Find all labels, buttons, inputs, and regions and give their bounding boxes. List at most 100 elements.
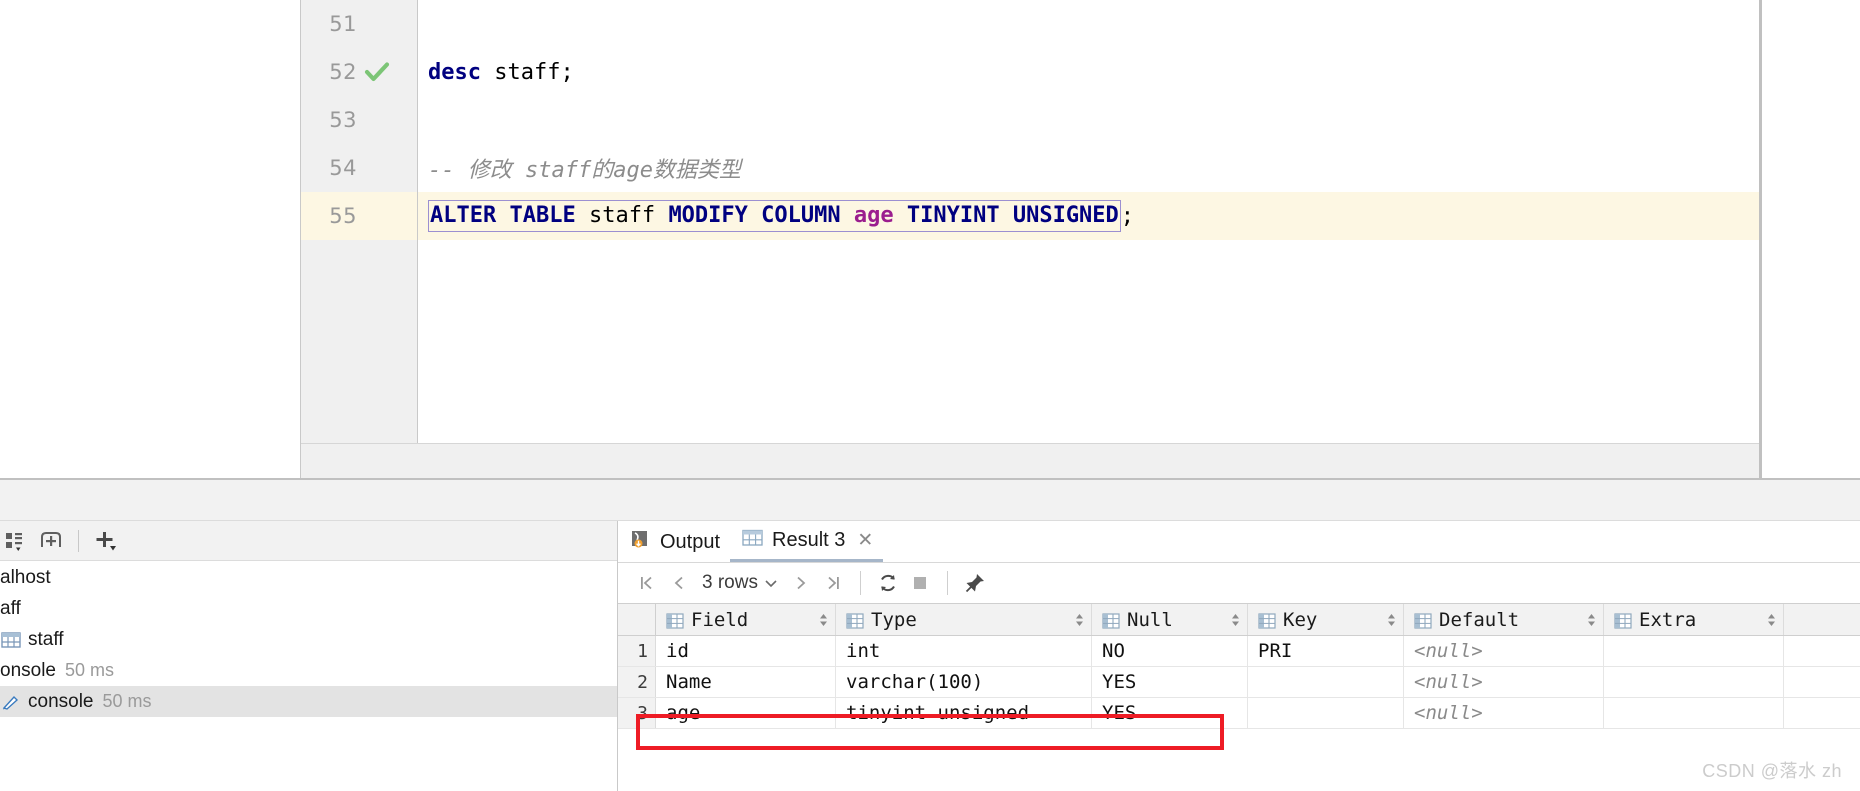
bottom-splitter[interactable] xyxy=(0,480,1860,521)
cell-null[interactable]: YES xyxy=(1092,667,1248,697)
cell-null[interactable]: YES xyxy=(1092,698,1248,728)
column-header-extra[interactable]: Extra xyxy=(1604,604,1784,635)
cell-extra[interactable] xyxy=(1604,667,1784,697)
cell-extra[interactable] xyxy=(1604,636,1784,666)
sort-indicator-icon[interactable] xyxy=(818,612,829,628)
editor-left-blank-area xyxy=(0,0,301,480)
gutter-row-54[interactable]: 54 xyxy=(301,144,417,192)
result-grid[interactable]: Field Type Null Key Default Extra 1 id i… xyxy=(618,603,1860,729)
cell-extra[interactable] xyxy=(1604,698,1784,728)
gutter-row-52[interactable]: 52 xyxy=(301,48,417,96)
sort-indicator-icon[interactable] xyxy=(1766,612,1777,628)
tab-result-3[interactable]: Result 3 ✕ xyxy=(730,522,884,562)
code-space-55a xyxy=(655,203,668,228)
cell-key[interactable] xyxy=(1248,698,1404,728)
line-number-51: 51 xyxy=(329,12,357,36)
cell-type[interactable]: tinyint unsigned xyxy=(836,698,1092,728)
column-header-label: Default xyxy=(1439,608,1520,631)
code-line-52[interactable]: desc staff; xyxy=(418,48,1759,96)
cell-default[interactable]: <null> xyxy=(1404,636,1604,666)
sql-table-staff: staff xyxy=(494,59,561,85)
tree-item-staff-schema[interactable]: aff xyxy=(0,593,617,624)
first-page-button[interactable] xyxy=(632,568,662,598)
tree-item-console-history[interactable]: onsole 50 ms xyxy=(0,655,617,686)
group-by-icon[interactable] xyxy=(0,526,30,556)
sort-indicator-icon[interactable] xyxy=(1074,612,1085,628)
column-header-field[interactable]: Field xyxy=(656,604,836,635)
editor-gutter[interactable]: 51 52 53 54 55 xyxy=(301,0,418,443)
tree-item-label: alhost xyxy=(0,566,51,588)
column-header-null[interactable]: Null xyxy=(1092,604,1248,635)
cell-default[interactable]: <null> xyxy=(1404,698,1604,728)
column-icon xyxy=(1102,612,1120,629)
sort-indicator-icon[interactable] xyxy=(1386,612,1397,628)
sort-indicator-icon[interactable] xyxy=(1586,612,1597,628)
sql-semicolon-55: ; xyxy=(1120,203,1135,229)
cell-type[interactable]: int xyxy=(836,636,1092,666)
tab-output[interactable]: Output xyxy=(618,522,730,562)
refresh-icon[interactable] xyxy=(873,568,903,598)
gutter-row-51[interactable]: 51 xyxy=(301,0,417,48)
chevron-down-icon xyxy=(764,572,778,594)
stop-icon[interactable] xyxy=(905,568,935,598)
gutter-row-53[interactable]: 53 xyxy=(301,96,417,144)
column-icon xyxy=(1414,612,1432,629)
column-header-key[interactable]: Key xyxy=(1248,604,1404,635)
tree-item-duration: 50 ms xyxy=(65,660,115,680)
tree-item-console-selected[interactable]: console 50 ms xyxy=(0,686,617,717)
code-text-area[interactable]: desc staff; -- 修改 staff的age数据类型 ALTER TA… xyxy=(418,0,1759,443)
tree-item-staff-table[interactable]: staff xyxy=(0,624,617,655)
sort-indicator-icon[interactable] xyxy=(1230,612,1241,628)
table-row[interactable]: 3 age tinyint unsigned YES <null> xyxy=(618,698,1860,729)
cell-field[interactable]: age xyxy=(656,698,836,728)
cell-field[interactable]: Name xyxy=(656,667,836,697)
table-row[interactable]: 2 Name varchar(100) YES <null> xyxy=(618,667,1860,698)
pin-icon[interactable] xyxy=(960,568,990,598)
last-page-button[interactable] xyxy=(818,568,848,598)
column-header-type[interactable]: Type xyxy=(836,604,1092,635)
toolbar-divider xyxy=(78,529,79,552)
sql-editor-pane[interactable]: 51 52 53 54 55 desc staff ; -- 修改 staff的… xyxy=(301,0,1759,443)
column-header-label: Field xyxy=(691,608,749,631)
cell-field[interactable]: id xyxy=(656,636,836,666)
table-icon xyxy=(0,629,22,651)
watermark-text: CSDN @落水 zh xyxy=(1702,761,1842,781)
database-tree[interactable]: alhost aff staff onsole 50 ms console 50… xyxy=(0,562,617,791)
column-icon xyxy=(1258,612,1276,629)
tree-item-localhost[interactable]: alhost xyxy=(0,562,617,593)
next-page-button[interactable] xyxy=(786,568,816,598)
execution-success-check-icon xyxy=(364,59,390,85)
sql-keyword-desc: desc xyxy=(428,59,481,85)
gutter-row-55[interactable]: 55 xyxy=(301,192,417,240)
row-count-selector[interactable]: 3 rows xyxy=(696,572,784,594)
cell-key[interactable]: PRI xyxy=(1248,636,1404,666)
code-line-51[interactable] xyxy=(418,0,1759,48)
tree-item-label: console xyxy=(28,690,94,712)
previous-page-button[interactable] xyxy=(664,568,694,598)
cell-null[interactable]: NO xyxy=(1092,636,1248,666)
table-row[interactable]: 1 id int NO PRI <null> xyxy=(618,636,1860,667)
tree-item-label: onsole xyxy=(0,659,56,681)
code-space-52 xyxy=(481,60,494,85)
sql-selection-highlight: ALTER TABLE staff MODIFY COLUMN age TINY… xyxy=(428,200,1121,232)
sql-type-tinyint-unsigned: TINYINT UNSIGNED xyxy=(906,203,1119,228)
close-icon[interactable]: ✕ xyxy=(857,529,873,552)
grid-icon xyxy=(742,529,764,553)
column-header-label: Type xyxy=(871,608,917,631)
column-icon xyxy=(666,612,684,629)
cell-key[interactable] xyxy=(1248,667,1404,697)
toolbar-divider xyxy=(946,571,948,595)
code-space-55b xyxy=(894,203,907,228)
code-line-54[interactable]: -- 修改 staff的age数据类型 xyxy=(418,144,1759,192)
cell-type[interactable]: varchar(100) xyxy=(836,667,1092,697)
add-data-source-icon[interactable] xyxy=(36,526,66,556)
code-line-55[interactable]: ALTER TABLE staff MODIFY COLUMN age TINY… xyxy=(418,192,1759,240)
cell-default[interactable]: <null> xyxy=(1404,667,1604,697)
editor-bottom-strip xyxy=(301,443,1759,481)
code-line-53[interactable] xyxy=(418,96,1759,144)
result-navigation-toolbar: 3 rows xyxy=(618,563,1860,603)
add-new-icon[interactable] xyxy=(91,526,121,556)
column-icon xyxy=(846,612,864,629)
column-header-default[interactable]: Default xyxy=(1404,604,1604,635)
column-header-label: Extra xyxy=(1639,608,1697,631)
